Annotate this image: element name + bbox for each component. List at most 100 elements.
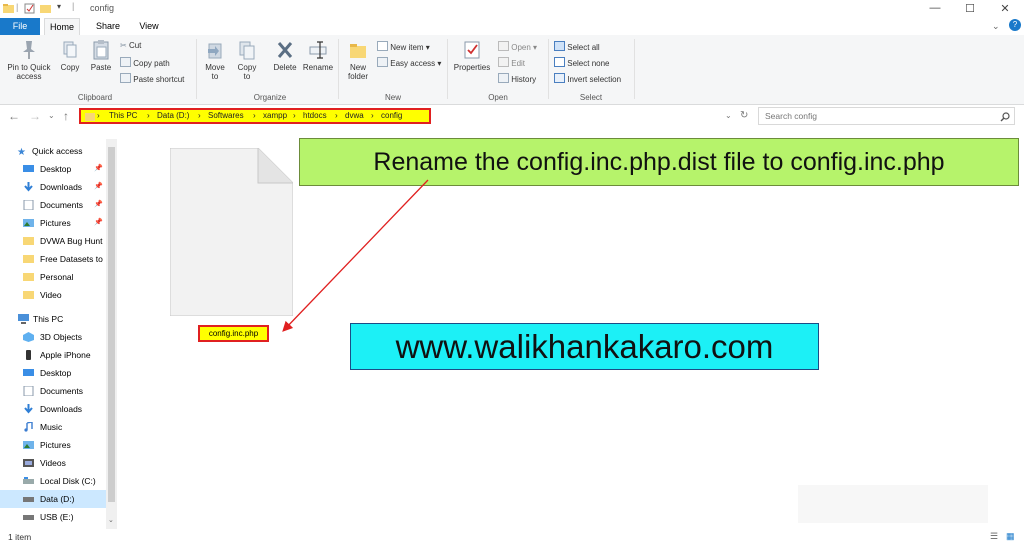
properties-button[interactable]: Properties (451, 39, 493, 72)
nav-label: Desktop (40, 368, 72, 378)
minimize-button[interactable]: — (928, 2, 942, 14)
history-button[interactable]: History (498, 73, 536, 85)
pictures-icon (23, 441, 34, 449)
open-button[interactable]: Open ▾ (498, 41, 537, 53)
tab-file[interactable]: File (0, 18, 40, 35)
nav-item-music[interactable]: Music (0, 418, 108, 436)
nav-item-apple-iphone[interactable]: Apple iPhone (0, 346, 108, 364)
nav-item-downloads[interactable]: Downloads 📌 (0, 178, 108, 196)
details-view-icon[interactable]: ☰ (990, 531, 998, 542)
nav-item-personal[interactable]: Personal (0, 268, 108, 286)
scissors-icon: ✂ (120, 41, 127, 50)
breadcrumb-this-pc[interactable]: This PC (109, 111, 137, 120)
breadcrumb-xampp[interactable]: xampp (263, 111, 287, 120)
nav-item-video[interactable]: Video (0, 286, 108, 304)
scroll-down-icon[interactable]: ⌄ (108, 516, 114, 524)
nav-item-desktop[interactable]: Desktop (0, 364, 108, 382)
search-input[interactable]: Search config (758, 107, 1015, 125)
tab-share[interactable]: Share (92, 18, 124, 35)
new-item-label: New item (390, 43, 424, 52)
cut-button[interactable]: ✂ Cut (120, 41, 141, 51)
refresh-icon[interactable]: ↻ (740, 110, 748, 121)
nav-label: Videos (40, 458, 66, 468)
recent-locations-icon[interactable]: ⌄ (48, 111, 55, 120)
nav-item-pictures[interactable]: Pictures (0, 436, 108, 454)
nav-item-downloads[interactable]: Downloads (0, 400, 108, 418)
breadcrumb-config[interactable]: config (381, 111, 402, 120)
delete-button[interactable]: Delete (270, 39, 300, 72)
tab-home[interactable]: Home (44, 18, 80, 35)
expand-ribbon-icon[interactable]: ⌄ (992, 21, 1000, 32)
downloads-icon (24, 404, 33, 414)
dvwa-bug-hunt-icon (23, 237, 34, 245)
nav-quick-access[interactable]: ★ Quick access (0, 142, 108, 160)
copy-to-icon (239, 41, 255, 60)
paste-shortcut-button[interactable]: Paste shortcut (120, 73, 184, 85)
nav-item-videos[interactable]: Videos (0, 454, 108, 472)
up-arrow-icon[interactable]: ↑ (63, 109, 69, 123)
back-arrow-icon[interactable]: ← (8, 109, 20, 123)
pin-icon[interactable]: 📌 (94, 196, 103, 214)
copy-path-icon (120, 57, 131, 67)
help-button[interactable]: ? (1009, 19, 1021, 31)
invert-selection-button[interactable]: Invert selection (554, 73, 621, 85)
nav-item-local-disk-c[interactable]: Local Disk (C:) (0, 472, 108, 490)
copy-path-button[interactable]: Copy path (120, 57, 170, 69)
nav-label: Pictures (40, 218, 71, 228)
nav-item-3d-objects[interactable]: 3D Objects (0, 328, 108, 346)
nav-scrollbar[interactable]: ⌄ (106, 139, 117, 529)
nav-label: Downloads (40, 404, 83, 414)
address-row: ← → ⌄ ↑ › This PC › Data (D:) › Software… (0, 106, 1024, 128)
edit-button[interactable]: Edit (498, 57, 525, 69)
nav-item-usb-e[interactable]: USB (E:) (0, 508, 108, 526)
nav-item-desktop[interactable]: Desktop 📌 (0, 160, 108, 178)
nav-label: Local Disk (C:) (40, 476, 96, 486)
copy-to-button[interactable]: Copy to (234, 39, 260, 81)
breadcrumb-dvwa[interactable]: dvwa (345, 111, 364, 120)
address-bar[interactable]: › This PC › Data (D:) › Softwares › xamp… (79, 108, 431, 124)
nav-this-pc[interactable]: This PC (0, 310, 108, 328)
video-icon (23, 291, 34, 299)
navigation-pane: ★ Quick access Desktop 📌 Downloads 📌 Documen… (0, 139, 118, 529)
copy-button[interactable]: Copy (57, 39, 83, 72)
pin-to-quick-access-button[interactable]: Pin to Quick access (3, 39, 55, 81)
nav-item-data-d[interactable]: Data (D:) (0, 490, 108, 508)
properties-quick-icon[interactable] (24, 3, 35, 14)
new-item-button[interactable]: New item ▾ (377, 41, 430, 53)
nav-item-free-datasets-to[interactable]: Free Datasets to (0, 250, 108, 268)
properties-label: Properties (453, 63, 491, 72)
history-label: History (511, 75, 537, 84)
nav-item-documents[interactable]: Documents (0, 382, 108, 400)
new-folder-button[interactable]: New folder (343, 39, 373, 81)
new-item-icon (377, 41, 388, 51)
move-to-button[interactable]: Move to (202, 39, 228, 81)
tab-view[interactable]: View (134, 18, 164, 35)
breadcrumb-htdocs[interactable]: htdocs (303, 111, 327, 120)
pin-icon[interactable]: 📌 (94, 160, 103, 178)
customize-quick-access-icon[interactable]: ▾ (57, 2, 61, 11)
scrollbar-thumb[interactable] (108, 147, 115, 502)
paste-button[interactable]: Paste (87, 39, 115, 72)
nav-label: USB (E:) (40, 512, 74, 522)
breadcrumb-data-d[interactable]: Data (D:) (157, 111, 189, 120)
pin-icon[interactable]: 📌 (94, 178, 103, 196)
maximize-button[interactable]: ☐ (963, 2, 977, 15)
close-button[interactable]: ✕ (998, 2, 1012, 15)
address-dropdown-icon[interactable]: ⌄ (725, 111, 732, 120)
file-name-label[interactable]: config.inc.php (198, 325, 269, 342)
select-none-button[interactable]: Select none (554, 57, 610, 69)
breadcrumb-softwares[interactable]: Softwares (208, 111, 244, 120)
file-icon[interactable] (170, 148, 293, 316)
nav-item-dvwa-bug-hunt[interactable]: DVWA Bug Hunt (0, 232, 108, 250)
nav-item-pictures[interactable]: Pictures 📌 (0, 214, 108, 232)
clipboard-group-label: Clipboard (77, 93, 113, 102)
nav-item-documents[interactable]: Documents 📌 (0, 196, 108, 214)
select-all-button[interactable]: Select all (554, 41, 600, 53)
new-folder-quick-icon[interactable] (40, 3, 51, 14)
ribbon: Pin to Quick access Copy Paste ✂ Cut Cop… (0, 35, 1024, 105)
forward-arrow-icon[interactable]: → (29, 109, 41, 123)
rename-button[interactable]: Rename (302, 39, 334, 72)
large-icons-view-icon[interactable]: ▦ (1006, 531, 1015, 542)
easy-access-button[interactable]: Easy access ▾ (377, 57, 441, 69)
pin-icon[interactable]: 📌 (94, 214, 103, 232)
